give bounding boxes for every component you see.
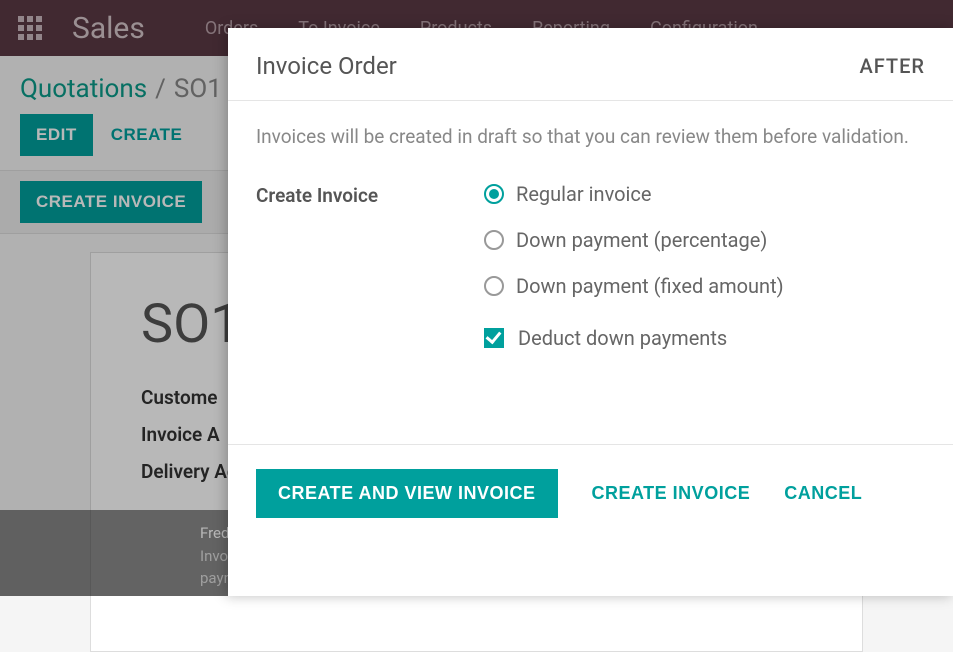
- invoice-type-radio-group: Regular invoice Down payment (percentage…: [484, 182, 784, 298]
- cancel-button[interactable]: CANCEL: [784, 483, 862, 504]
- checkbox-icon: [484, 328, 504, 348]
- modal-description: Invoices will be created in draft so tha…: [256, 125, 925, 148]
- radio-icon: [484, 230, 504, 250]
- create-invoice-label: Create Invoice: [256, 182, 484, 207]
- radio-down-pct-label: Down payment (percentage): [516, 228, 767, 252]
- deduct-down-payments-checkbox[interactable]: Deduct down payments: [484, 326, 784, 350]
- create-and-view-invoice-button[interactable]: CREATE AND VIEW INVOICE: [256, 469, 558, 518]
- radio-icon: [484, 276, 504, 296]
- modal-body: Invoices will be created in draft so tha…: [228, 101, 953, 374]
- radio-down-payment-percentage[interactable]: Down payment (percentage): [484, 228, 784, 252]
- create-invoice-modal-button[interactable]: CREATE INVOICE: [592, 483, 751, 504]
- radio-down-payment-fixed[interactable]: Down payment (fixed amount): [484, 274, 784, 298]
- radio-regular-invoice[interactable]: Regular invoice: [484, 182, 784, 206]
- modal-footer: CREATE AND VIEW INVOICE CREATE INVOICE C…: [228, 444, 953, 542]
- radio-regular-label: Regular invoice: [516, 182, 651, 206]
- create-invoice-row: Create Invoice Regular invoice Down paym…: [256, 182, 925, 350]
- modal-header: Invoice Order AFTER: [228, 28, 953, 101]
- radio-down-fixed-label: Down payment (fixed amount): [516, 274, 784, 298]
- options-container: Regular invoice Down payment (percentage…: [484, 182, 784, 350]
- modal-badge: AFTER: [859, 54, 925, 78]
- invoice-order-modal: Invoice Order AFTER Invoices will be cre…: [228, 28, 953, 596]
- radio-icon: [484, 184, 504, 204]
- modal-title: Invoice Order: [256, 52, 397, 80]
- deduct-label: Deduct down payments: [518, 326, 727, 350]
